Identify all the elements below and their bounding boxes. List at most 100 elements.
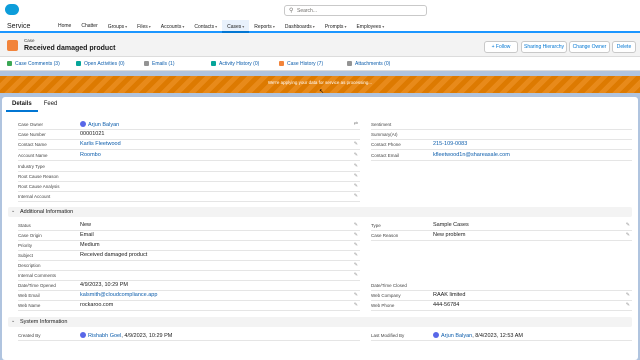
field-label: Case Origin — [18, 233, 42, 238]
nav-label: Home — [58, 23, 72, 29]
pencil-icon[interactable]: ✎ — [354, 302, 358, 308]
field-contact-phone: Contact Phone 215-109-0083 — [371, 141, 632, 150]
nav-item-groups[interactable]: Groups▾ — [103, 20, 132, 33]
nav-item-home[interactable]: Home — [53, 20, 76, 33]
field-value[interactable]: kalsmith@cloudcompliance.app — [80, 292, 157, 298]
field-web-name: Web Name rockaroo.com ✎ — [18, 302, 360, 311]
object-label: Case — [24, 38, 35, 43]
field-label: Priority — [18, 243, 33, 248]
tab-feed[interactable]: Feed — [38, 97, 64, 112]
avatar — [80, 332, 86, 338]
pencil-icon[interactable]: ✎ — [626, 222, 630, 228]
mouse-cursor-icon: ↖ — [319, 89, 325, 95]
chevron-down-icon[interactable]: ▾ — [344, 24, 346, 29]
modifier-link[interactable]: Arjun Balyan — [441, 333, 472, 339]
follow-button[interactable]: + Follow — [484, 41, 518, 53]
nav-item-dashboards[interactable]: Dashboards▾ — [280, 20, 320, 33]
nav-item-chatter[interactable]: Chatter — [76, 20, 102, 33]
field-web-company: Web Company RAAK limited ✎ — [371, 292, 632, 301]
field-label: Contact Name — [18, 142, 47, 147]
chevron-down-icon[interactable]: ▾ — [273, 24, 275, 29]
pencil-icon[interactable]: ✎ — [354, 272, 358, 278]
field-industry-type: Industry Type ✎ — [18, 163, 360, 172]
chevron-down-icon[interactable]: ▾ — [149, 24, 151, 29]
chevron-down-icon[interactable]: ⌄ — [11, 318, 15, 324]
related-link-open-activities[interactable]: Open Activities (0) — [76, 61, 125, 67]
field-value[interactable]: Arjun Balyan — [80, 121, 119, 128]
pencil-icon[interactable]: ✎ — [354, 252, 358, 258]
creator-link[interactable]: Rishabh Goel — [88, 333, 121, 339]
chevron-down-icon[interactable]: ▾ — [182, 24, 184, 29]
pencil-icon[interactable]: ✎ — [626, 232, 630, 238]
pencil-icon[interactable]: ✎ — [354, 163, 358, 169]
delete-button[interactable]: Delete — [612, 41, 636, 53]
chevron-down-icon[interactable]: ▾ — [242, 24, 244, 29]
field-label: Sentiment — [371, 122, 392, 127]
related-link-attachments[interactable]: Attachments (0) — [347, 61, 390, 67]
pencil-icon[interactable]: ✎ — [354, 222, 358, 228]
field-value[interactable]: 215-109-0083 — [433, 141, 467, 147]
nav-item-employees[interactable]: Employees▾ — [351, 20, 389, 33]
field-value: Sample Cases — [433, 222, 469, 228]
record-detail-card: Details Feed Case Owner Arjun Balyan ⇄ Cas… — [2, 97, 638, 360]
field-priority: Priority Medium ✎ — [18, 242, 360, 251]
detail-tabs: Details Feed — [6, 97, 63, 112]
nav-item-reports[interactable]: Reports▾ — [249, 20, 280, 33]
nav-item-contacts[interactable]: Contacts▾ — [189, 20, 222, 33]
change-owner-icon[interactable]: ⇄ — [354, 121, 358, 127]
pencil-icon[interactable]: ✎ — [354, 152, 358, 158]
field-value[interactable]: Roombo — [80, 152, 101, 158]
activity-icon — [211, 61, 216, 66]
field-web-phone: Web Phone 444-56784 ✎ — [371, 302, 632, 311]
pencil-icon[interactable]: ✎ — [626, 292, 630, 298]
tab-details[interactable]: Details — [6, 97, 38, 112]
pencil-icon[interactable]: ✎ — [354, 242, 358, 248]
chevron-down-icon[interactable]: ▾ — [125, 24, 127, 29]
field-case-origin: Case Origin Email ✎ — [18, 232, 360, 241]
pencil-icon[interactable]: ✎ — [354, 262, 358, 268]
owner-name[interactable]: Arjun Balyan — [88, 122, 119, 128]
pencil-icon[interactable]: ✎ — [354, 232, 358, 238]
pencil-icon[interactable]: ✎ — [354, 141, 358, 147]
field-value: Rishabh Goel, 4/9/2023, 10:29 PM — [80, 332, 172, 339]
pencil-icon[interactable]: ✎ — [354, 173, 358, 179]
field-label: Type — [371, 223, 381, 228]
related-link-case-comments[interactable]: Case Comments (3) — [7, 61, 60, 67]
related-label: Case History (7) — [287, 61, 324, 67]
nav-item-cases[interactable]: Cases▾ — [222, 20, 250, 33]
related-link-emails[interactable]: Emails (1) — [144, 61, 175, 67]
nav-item-prompts[interactable]: Prompts▾ — [320, 20, 352, 33]
field-value[interactable]: Karlis Fleetwood — [80, 141, 121, 147]
related-link-case-history[interactable]: Case History (7) — [279, 61, 323, 67]
chevron-down-icon[interactable]: ▾ — [215, 24, 217, 29]
nav-label: Accounts — [160, 24, 182, 30]
search-icon: ⚲ — [289, 8, 294, 14]
case-icon — [7, 40, 18, 51]
sharing-hierarchy-button[interactable]: Sharing Hierarchy — [521, 41, 567, 53]
global-search-input[interactable]: ⚲ Search... — [284, 5, 427, 16]
chevron-down-icon[interactable]: ⌄ — [11, 208, 15, 214]
pencil-icon[interactable]: ✎ — [354, 193, 358, 199]
field-description: Description ✎ — [18, 262, 360, 271]
salesforce-logo[interactable] — [5, 4, 19, 15]
nav-label: Dashboards — [284, 24, 312, 30]
change-owner-button[interactable]: Change Owner — [569, 41, 610, 53]
field-label: Web Company — [371, 293, 401, 298]
pencil-icon[interactable]: ✎ — [626, 302, 630, 308]
related-link-activity-history[interactable]: Activity History (0) — [211, 61, 259, 67]
app-nav-bar: Service Home Chatter Groups▾ Files▾ Acco… — [0, 20, 640, 33]
pencil-icon[interactable]: ✎ — [354, 183, 358, 189]
field-value[interactable]: kfleetwood1n@shareasale.com — [433, 152, 510, 158]
section-system-information[interactable]: ⌄ System Information — [8, 317, 632, 327]
field-value: Medium — [80, 242, 100, 248]
chevron-down-icon[interactable]: ▾ — [382, 24, 384, 29]
pencil-icon[interactable]: ✎ — [354, 292, 358, 298]
field-label: Subject — [18, 253, 34, 258]
nav-item-accounts[interactable]: Accounts▾ — [156, 20, 190, 33]
field-value: Arjun Balyan, 8/4/2023, 12:53 AM — [433, 332, 523, 339]
banner-text: We're applying your data for service as … — [267, 80, 373, 85]
field-status: Status New ✎ — [18, 222, 360, 231]
section-additional-information[interactable]: ⌄ Additional Information — [8, 207, 632, 217]
chevron-down-icon[interactable]: ▾ — [313, 24, 315, 29]
nav-item-files[interactable]: Files▾ — [132, 20, 156, 33]
